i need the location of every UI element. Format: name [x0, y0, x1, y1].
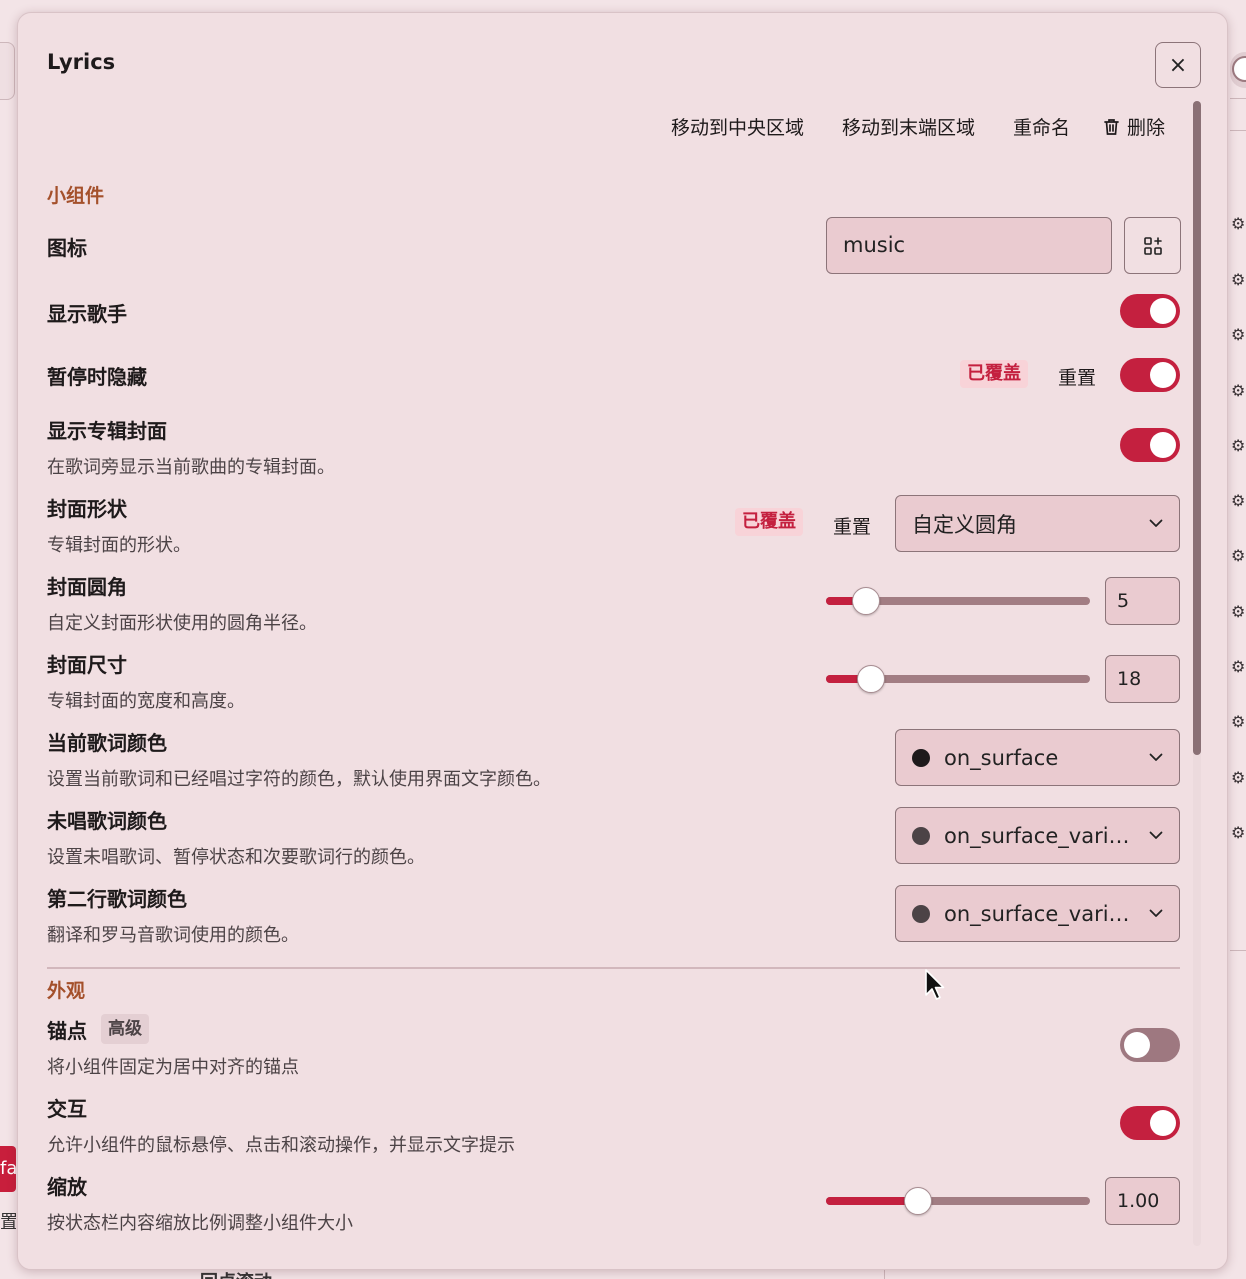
background-divider — [1230, 950, 1246, 951]
section-widget: 小组件 — [47, 185, 105, 207]
rename-button[interactable]: 重命名 — [1013, 113, 1070, 140]
interaction-toggle[interactable] — [1120, 1106, 1180, 1140]
cover-shape-reset-button[interactable]: 重置 — [833, 512, 871, 539]
slider-thumb[interactable] — [904, 1187, 932, 1215]
background-left-text: 置 — [0, 1212, 16, 1233]
show-artist-label: 显示歌手 — [47, 302, 127, 326]
cover-radius-label: 封面圆角 — [47, 575, 127, 599]
unsung-lyric-color-select[interactable]: on_surface_vari… — [895, 807, 1180, 864]
cover-radius-desc: 自定义封面形状使用的圆角半径。 — [47, 613, 317, 634]
cover-shape-select[interactable]: 自定义圆角 — [895, 495, 1180, 552]
color-swatch — [912, 826, 930, 845]
icon-name-input[interactable]: music — [826, 217, 1112, 274]
close-icon: × — [1168, 52, 1188, 78]
background-gear-icon: ⚙ — [1231, 436, 1246, 455]
second-line-color-desc: 翻译和罗马音歌词使用的颜色。 — [47, 925, 299, 946]
close-button[interactable]: × — [1155, 42, 1201, 88]
hide-paused-label: 暂停时隐藏 — [47, 365, 147, 389]
background-gear-icon: ⚙ — [1231, 657, 1246, 676]
second-line-color-value: on_surface_vari… — [944, 901, 1130, 926]
anchor-toggle[interactable] — [1120, 1028, 1180, 1062]
advanced-badge: 高级 — [101, 1014, 149, 1044]
background-gear-icon: ⚙ — [1231, 712, 1246, 731]
overridden-badge: 已覆盖 — [960, 360, 1028, 388]
anchor-label: 锚点 — [47, 1019, 87, 1043]
background-gear-icon: ⚙ — [1231, 768, 1246, 787]
hide-paused-reset-button[interactable]: 重置 — [1058, 363, 1096, 390]
dialog-title: Lyrics — [47, 50, 116, 74]
second-line-color-select[interactable]: on_surface_vari… — [895, 885, 1180, 942]
chevron-down-icon — [1149, 753, 1163, 761]
background-panel-edge — [0, 42, 15, 100]
cover-radius-slider[interactable] — [826, 586, 1090, 616]
rename-label: 重命名 — [1013, 117, 1071, 139]
delete-label: 删除 — [1127, 117, 1166, 139]
show-cover-toggle[interactable] — [1120, 428, 1180, 462]
scale-label: 缩放 — [47, 1175, 87, 1199]
background-divider — [1230, 98, 1246, 99]
cover-shape-label: 封面形状 — [47, 497, 127, 521]
background-gear-icon: ⚙ — [1231, 270, 1246, 289]
move-to-center-label: 移动到中央区域 — [671, 117, 805, 139]
show-artist-toggle[interactable] — [1120, 294, 1180, 328]
move-to-end-label: 移动到末端区域 — [842, 117, 976, 139]
unsung-lyric-color-value: on_surface_vari… — [944, 823, 1130, 848]
cover-size-slider[interactable] — [826, 664, 1090, 694]
unsung-lyric-color-label: 未唱歌词颜色 — [47, 809, 167, 833]
show-cover-label: 显示专辑封面 — [47, 419, 167, 443]
color-swatch — [912, 904, 930, 923]
slider-thumb[interactable] — [852, 587, 880, 615]
current-lyric-color-value: on_surface — [944, 745, 1059, 770]
chevron-down-icon — [1149, 519, 1163, 527]
background-gear-icon: ⚙ — [1231, 325, 1246, 344]
icon-setting-label: 图标 — [47, 236, 87, 260]
scale-desc: 按状态栏内容缩放比例调整小组件大小 — [47, 1213, 353, 1234]
cover-shape-value: 自定义圆角 — [912, 512, 1017, 537]
slider-thumb[interactable] — [857, 665, 885, 693]
chevron-down-icon — [1149, 909, 1163, 917]
background-toggle — [1230, 52, 1246, 88]
overridden-badge: 已覆盖 — [735, 508, 803, 536]
show-cover-desc: 在歌词旁显示当前歌曲的专辑封面。 — [47, 457, 335, 478]
background-gear-icon: ⚙ — [1231, 491, 1246, 510]
interaction-desc: 允许小组件的鼠标悬停、点击和滚动操作，并显示文字提示 — [47, 1135, 515, 1156]
current-lyric-color-select[interactable]: on_surface — [895, 729, 1180, 786]
current-lyric-color-desc: 设置当前歌词和已经唱过字符的颜色，默认使用界面文字颜色。 — [47, 769, 551, 790]
scale-slider[interactable] — [826, 1186, 1090, 1216]
trash-icon — [1104, 118, 1119, 135]
mouse-pointer-icon — [925, 969, 945, 1000]
scrollbar-thumb[interactable] — [1193, 101, 1201, 755]
cover-size-desc: 专辑封面的宽度和高度。 — [47, 691, 245, 712]
color-swatch — [912, 748, 930, 767]
hide-paused-toggle[interactable] — [1120, 358, 1180, 392]
cover-size-label: 封面尺寸 — [47, 653, 127, 677]
apps-grid-icon — [1143, 236, 1162, 255]
section-divider — [47, 967, 1180, 969]
second-line-color-label: 第二行歌词颜色 — [47, 887, 187, 911]
chevron-down-icon — [1149, 831, 1163, 839]
background-gear-icon: ⚙ — [1231, 823, 1246, 842]
delete-button[interactable]: 删除 — [1103, 113, 1165, 140]
background-gear-icon: ⚙ — [1231, 546, 1246, 565]
background-red-tag: fa — [0, 1146, 16, 1192]
move-to-center-button[interactable]: 移动到中央区域 — [671, 113, 804, 140]
move-to-end-button[interactable]: 移动到末端区域 — [842, 113, 975, 140]
interaction-label: 交互 — [47, 1097, 87, 1121]
background-gear-icon: ⚙ — [1231, 214, 1246, 233]
unsung-lyric-color-desc: 设置未唱歌词、暂停状态和次要歌词行的颜色。 — [47, 847, 425, 868]
scale-input[interactable]: 1.00 — [1105, 1177, 1180, 1225]
lyrics-settings-dialog: Lyrics × 移动到中央区域 移动到末端区域 重命名 删除 小组件 图标 m… — [17, 12, 1228, 1270]
cover-radius-input[interactable]: 5 — [1105, 577, 1180, 625]
background-divider — [1230, 130, 1246, 131]
background-gear-icon: ⚙ — [1231, 381, 1246, 400]
section-appearance: 外观 — [47, 980, 86, 1002]
background-gear-icon: ⚙ — [1231, 602, 1246, 621]
cover-size-input[interactable]: 18 — [1105, 655, 1180, 703]
icon-picker-button[interactable] — [1124, 217, 1181, 274]
current-lyric-color-label: 当前歌词颜色 — [47, 731, 167, 755]
anchor-desc: 将小组件固定为居中对齐的锚点 — [47, 1057, 299, 1078]
cover-shape-desc: 专辑封面的形状。 — [47, 535, 191, 556]
